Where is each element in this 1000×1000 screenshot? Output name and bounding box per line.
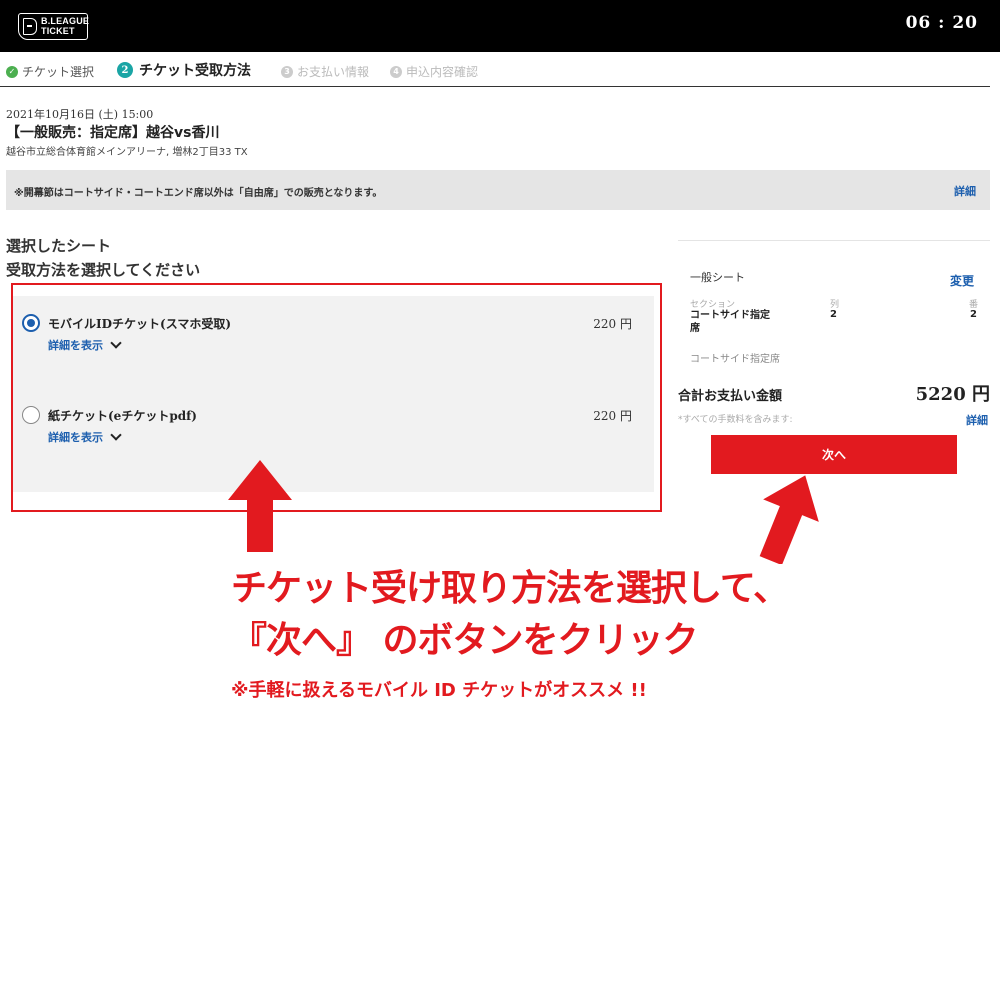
option-price: 220 円 (593, 409, 632, 423)
event-venue: 越谷市立総合体育館メインアリーナ, 増林2丁目33 TX (6, 147, 248, 158)
option-name: モバイルIDチケット(スマホ受取) (48, 317, 232, 331)
row-value: 2 (830, 309, 837, 320)
number-value: 2 (970, 309, 977, 320)
arrow-up-icon (228, 460, 292, 552)
annotation-line1: チケット受け取り方法を選択して、 (231, 568, 789, 609)
seat-area: コートサイド指定席 (690, 354, 780, 365)
step-ticket-select: ✓ チケット選択 (6, 63, 94, 80)
next-button[interactable]: 次へ (711, 435, 957, 474)
option-paper-ticket[interactable]: 紙チケット(eチケットpdf) 220 円 詳細を表示 (13, 406, 654, 466)
arrow-up-right-icon (759, 475, 819, 564)
fee-note: *すべての手数料を含みます: (678, 415, 793, 425)
check-icon: ✓ (6, 65, 18, 78)
notice-banner: ※開幕節はコートサイド・コートエンド席以外は「自由席」での販売となります。 詳細 (6, 170, 990, 210)
step-label: チケット選択 (22, 65, 95, 79)
fee-detail-link[interactable]: 詳細 (966, 412, 988, 428)
option-name: 紙チケット(eチケットpdf) (48, 409, 197, 423)
step-confirm: 4 申込内容確認 (390, 63, 478, 80)
selected-seat-heading: 選択したシート (6, 237, 112, 255)
chevron-down-icon (110, 429, 122, 441)
notice-detail-link[interactable]: 詳細 (954, 183, 976, 199)
step-label: お支払い情報 (297, 65, 370, 79)
show-details-label: 詳細を表示 (48, 431, 103, 444)
progress-steps: ✓ チケット選択 2 チケット受取方法 3 お支払い情報 4 申込内容確認 (0, 52, 990, 87)
total-amount: 5220 円 (915, 384, 990, 405)
annotation-line2: 『次へ』 のボタンをクリック (231, 620, 699, 661)
step-label: 申込内容確認 (406, 65, 479, 79)
show-details-label: 詳細を表示 (48, 339, 103, 352)
step-payment-info: 3 お支払い情報 (281, 63, 369, 80)
radio-mobile-id[interactable] (22, 314, 40, 332)
section-value: コートサイド指定席 (690, 310, 770, 334)
top-bar: B.LEAGUE TICKET 06 : 20 (0, 0, 1000, 52)
option-mobile-id[interactable]: モバイルIDチケット(スマホ受取) 220 円 詳細を表示 (13, 314, 654, 374)
countdown-timer: 06 : 20 (905, 13, 978, 33)
receive-method-heading: 受取方法を選択してください (6, 261, 201, 279)
event-date: 2021年10月16日 (土) 15:00 (6, 108, 154, 121)
show-details-toggle[interactable]: 詳細を表示 (48, 337, 122, 353)
step-label: チケット受取方法 (139, 63, 251, 79)
logo-text-line2: TICKET (41, 26, 75, 36)
radio-paper-ticket[interactable] (22, 406, 40, 424)
notice-text: ※開幕節はコートサイド・コートエンド席以外は「自由席」での販売となります。 (14, 188, 383, 199)
chevron-down-icon (110, 337, 122, 349)
seat-type: 一般シート (690, 271, 745, 284)
logo-text-line1: B.LEAGUE (41, 16, 90, 26)
receive-method-options: モバイルIDチケット(スマホ受取) 220 円 詳細を表示 紙チケット(eチケッ… (13, 296, 654, 492)
total-label: 合計お支払い金額 (678, 389, 783, 404)
step-number-badge: 3 (281, 65, 293, 78)
annotation-note: ※手軽に扱えるモバイル ID チケットがオススメ !! (231, 680, 647, 701)
step-number-badge: 2 (117, 62, 133, 78)
summary-divider (678, 240, 990, 241)
option-price: 220 円 (593, 317, 632, 331)
step-receive-method: 2 チケット受取方法 (117, 60, 251, 80)
event-title: 【一般販売：指定席】越谷vs香川 (6, 125, 220, 141)
step-number-badge: 4 (390, 65, 402, 78)
show-details-toggle[interactable]: 詳細を表示 (48, 429, 122, 445)
logo-mark-icon (23, 18, 37, 35)
bleague-ticket-logo[interactable]: B.LEAGUE TICKET (18, 13, 90, 40)
change-link[interactable]: 変更 (950, 272, 974, 289)
